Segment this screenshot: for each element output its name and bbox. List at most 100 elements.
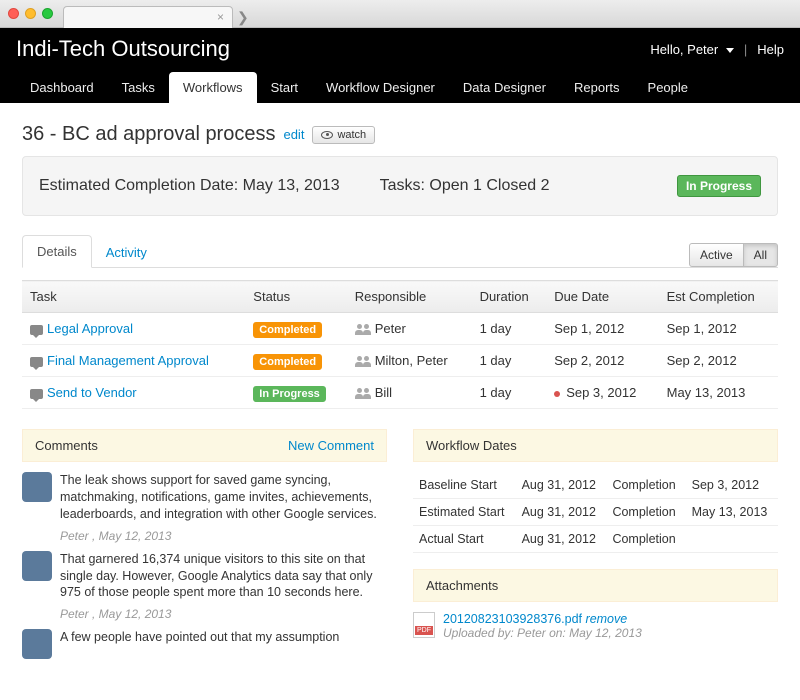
nav-dashboard[interactable]: Dashboard <box>16 72 108 103</box>
nav-people[interactable]: People <box>634 72 702 103</box>
avatar <box>22 472 52 502</box>
nav-workflow-designer[interactable]: Workflow Designer <box>312 72 449 103</box>
chevron-down-icon <box>726 48 734 53</box>
th-status: Status <box>245 281 346 313</box>
date-label: Actual Start <box>413 526 516 553</box>
status-badge: Completed <box>253 322 322 338</box>
workflow-dates-header: Workflow Dates <box>413 429 778 462</box>
due-text: Sep 2, 2012 <box>546 345 658 377</box>
est-text: May 13, 2013 <box>659 377 778 409</box>
new-tab-icon[interactable]: ❯ <box>237 9 249 27</box>
nav-start[interactable]: Start <box>257 72 312 103</box>
nav-data-designer[interactable]: Data Designer <box>449 72 560 103</box>
status-badge: Completed <box>253 354 322 370</box>
chat-icon[interactable] <box>30 357 43 367</box>
comment-text: A few people have pointed out that my as… <box>60 629 339 659</box>
comment: A few people have pointed out that my as… <box>22 629 387 659</box>
subtabs-row: Details Activity Active All <box>22 234 778 268</box>
user-greeting[interactable]: Hello, Peter <box>650 42 734 57</box>
date-label: Completion <box>606 472 685 499</box>
comment-text: The leak shows support for saved game sy… <box>60 472 387 523</box>
attachment-row: 20120823103928376.pdf remove Uploaded by… <box>413 612 778 640</box>
nav-tasks[interactable]: Tasks <box>108 72 169 103</box>
th-due: Due Date <box>546 281 658 313</box>
close-window-icon[interactable] <box>8 8 19 19</box>
nav-reports[interactable]: Reports <box>560 72 634 103</box>
tab-activity[interactable]: Activity <box>92 237 161 268</box>
people-icon <box>355 324 371 336</box>
browser-tab[interactable]: × <box>63 6 233 28</box>
nav-workflows[interactable]: Workflows <box>169 72 257 103</box>
th-duration: Duration <box>472 281 547 313</box>
due-text: Sep 3, 2012 <box>546 377 658 409</box>
task-link[interactable]: Send to Vendor <box>47 385 137 400</box>
date-value: May 13, 2013 <box>686 499 778 526</box>
comment: That garnered 16,374 unique visitors to … <box>22 551 387 602</box>
tab-details[interactable]: Details <box>22 235 92 268</box>
date-label: Completion <box>606 526 685 553</box>
eye-icon <box>321 131 333 139</box>
table-row: Baseline StartAug 31, 2012CompletionSep … <box>413 472 778 499</box>
th-task: Task <box>22 281 245 313</box>
comment-text: That garnered 16,374 unique visitors to … <box>60 551 387 602</box>
duration-text: 1 day <box>472 377 547 409</box>
comment-meta: Peter , May 12, 2013 <box>60 529 387 543</box>
responsible-text: Milton, Peter <box>375 353 448 368</box>
overdue-icon <box>554 391 560 397</box>
table-row: Legal ApprovalCompletedPeter1 daySep 1, … <box>22 313 778 345</box>
chat-icon[interactable] <box>30 389 43 399</box>
th-responsible: Responsible <box>347 281 472 313</box>
minimize-window-icon[interactable] <box>25 8 36 19</box>
summary-box: Estimated Completion Date: May 13, 2013 … <box>22 156 778 216</box>
date-value: Sep 3, 2012 <box>686 472 778 499</box>
people-icon <box>355 356 371 368</box>
status-badge: In Progress <box>677 175 761 197</box>
people-icon <box>355 388 371 400</box>
chat-icon[interactable] <box>30 325 43 335</box>
window-controls <box>8 8 53 19</box>
divider: | <box>744 42 747 57</box>
date-label: Estimated Start <box>413 499 516 526</box>
responsible-text: Peter <box>375 321 406 336</box>
table-row: Estimated StartAug 31, 2012CompletionMay… <box>413 499 778 526</box>
table-row: Actual StartAug 31, 2012Completion <box>413 526 778 553</box>
brand-title: Indi-Tech Outsourcing <box>16 36 230 62</box>
date-label: Baseline Start <box>413 472 516 499</box>
filter-active-button[interactable]: Active <box>689 243 744 267</box>
task-link[interactable]: Legal Approval <box>47 321 133 336</box>
edit-link[interactable]: edit <box>283 127 304 142</box>
date-value: Aug 31, 2012 <box>516 472 607 499</box>
topbar: Indi-Tech Outsourcing Hello, Peter | Hel… <box>0 28 800 103</box>
avatar <box>22 551 52 581</box>
est-text: Sep 2, 2012 <box>659 345 778 377</box>
help-link[interactable]: Help <box>757 42 784 57</box>
watch-button[interactable]: watch <box>312 126 375 144</box>
due-text: Sep 1, 2012 <box>546 313 658 345</box>
th-est: Est Completion <box>659 281 778 313</box>
right-column: Workflow Dates Baseline StartAug 31, 201… <box>413 429 778 665</box>
status-badge: In Progress <box>253 386 326 402</box>
task-link[interactable]: Final Management Approval <box>47 353 209 368</box>
maximize-window-icon[interactable] <box>42 8 53 19</box>
comments-column: Comments New Comment The leak shows supp… <box>22 429 387 665</box>
date-value <box>686 526 778 553</box>
page-title: 36 - BC ad approval process <box>22 123 275 146</box>
remove-attachment-link[interactable]: remove <box>586 612 628 626</box>
workflow-dates-table: Baseline StartAug 31, 2012CompletionSep … <box>413 472 778 553</box>
page-content: 36 - BC ad approval process edit watch E… <box>0 103 800 679</box>
avatar <box>22 629 52 659</box>
close-tab-icon[interactable]: × <box>217 10 224 24</box>
attachments-header: Attachments <box>413 569 778 602</box>
attachment-link[interactable]: 20120823103928376.pdf <box>443 612 582 626</box>
comment: The leak shows support for saved game sy… <box>22 472 387 523</box>
filter-all-button[interactable]: All <box>744 243 778 267</box>
date-label: Completion <box>606 499 685 526</box>
est-completion-label: Estimated Completion Date: May 13, 2013 <box>39 177 340 195</box>
new-comment-link[interactable]: New Comment <box>288 438 374 453</box>
main-nav: DashboardTasksWorkflowsStartWorkflow Des… <box>0 62 800 103</box>
comment-meta: Peter , May 12, 2013 <box>60 607 387 621</box>
filter-group: Active All <box>689 243 778 267</box>
task-table: Task Status Responsible Duration Due Dat… <box>22 280 778 409</box>
pdf-icon <box>413 612 435 638</box>
table-row: Send to VendorIn ProgressBill1 daySep 3,… <box>22 377 778 409</box>
